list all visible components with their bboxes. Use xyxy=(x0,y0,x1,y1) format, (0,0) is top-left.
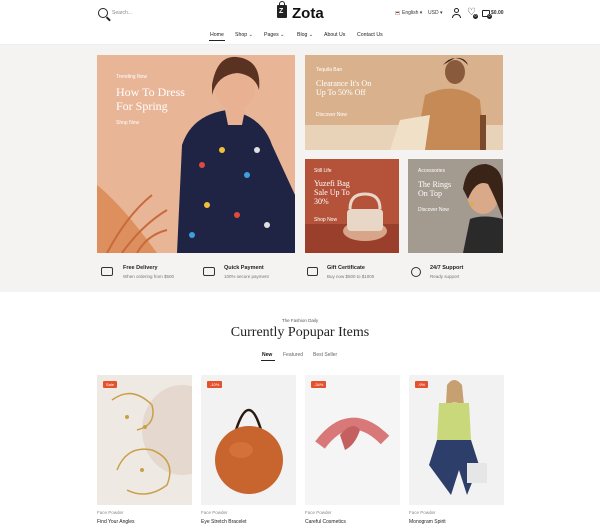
hero-bag-sale-banner[interactable]: Still Life Yuzefi Bag Sale Up To 30% Sho… xyxy=(305,159,399,253)
section-subtitle: The Fashion Daily xyxy=(281,318,319,323)
hero-section: Trending Now How To Dress For Spring Sho… xyxy=(0,45,600,292)
bag-sale-title-line1: Yuzefi Bag xyxy=(314,179,350,188)
clearance-discover-now-link[interactable]: Discover Now xyxy=(316,112,347,118)
product-badge: Sale xyxy=(103,381,118,388)
bag-sale-tag: Still Life xyxy=(314,168,332,174)
section-title: Currently Popupar Items xyxy=(230,325,370,340)
cart-icon[interactable]: 0 xyxy=(481,8,492,19)
chevron-down-icon: ⌄ xyxy=(308,32,314,38)
feature-title: Free Delivery xyxy=(123,265,158,271)
active-nav-underline xyxy=(209,40,225,41)
product-category: Face Powder xyxy=(305,510,332,515)
currency-label: USD xyxy=(428,10,439,16)
product-category: Face Powder xyxy=(97,510,124,515)
bag-sale-title: Yuzefi Bag Sale Up To 30% xyxy=(314,179,350,207)
hero-main-shop-now-link[interactable]: Shop Now xyxy=(116,120,139,126)
site-header: Search... Z Zota English ▾ USD ▾ ♡ 0 0 $… xyxy=(0,0,600,44)
nav-pages[interactable]: Pages ⌄ xyxy=(264,32,285,38)
nav-contact-us[interactable]: Contact Us xyxy=(357,32,383,38)
cart-total[interactable]: $0.00 xyxy=(491,10,504,16)
product-card[interactable]: -34% xyxy=(305,375,400,505)
product-badge: -34% xyxy=(311,381,327,388)
product-image-anklets xyxy=(111,385,192,495)
product-badge: -9% xyxy=(415,381,429,388)
search-input[interactable]: Search... xyxy=(112,10,132,16)
clearance-title-line2: Up To 50% Off xyxy=(316,88,366,98)
chevron-down-icon: ⌄ xyxy=(280,32,285,38)
shopping-bag-logo-icon[interactable]: Z xyxy=(277,1,287,18)
rings-title-line2: On Top xyxy=(418,189,442,199)
product-name[interactable]: Find Your Angles xyxy=(97,519,135,525)
nav-shop[interactable]: Shop ⌄ xyxy=(235,32,253,38)
product-image-model xyxy=(429,380,487,495)
rings-title: The Rings On Top xyxy=(418,180,451,198)
support-icon xyxy=(411,267,421,277)
rings-discover-now-link[interactable]: Discover Now xyxy=(418,207,449,213)
bag-sale-shop-now-link[interactable]: Shop Now xyxy=(314,217,337,223)
rings-title-line1: The Rings xyxy=(418,180,452,189)
feature-subtitle: 100% secure payment xyxy=(224,274,269,279)
language-selector[interactable]: English ▾ xyxy=(402,10,422,16)
nav-contact-label: Contact Us xyxy=(357,32,383,38)
nav-home[interactable]: Home xyxy=(210,32,224,38)
hero-main-tag: Trending Now xyxy=(116,74,147,80)
hero-main-banner[interactable]: Trending Now How To Dress For Spring Sho… xyxy=(97,55,295,253)
bag-sale-title-line3: 30% xyxy=(314,197,329,207)
active-tab-underline xyxy=(261,360,275,361)
product-category: Face Powder xyxy=(201,510,228,515)
product-name[interactable]: Monogram Spirit xyxy=(409,519,446,525)
feature-title: Quick Payment xyxy=(224,265,264,271)
language-label: English xyxy=(402,10,419,16)
feature-subtitle: Ready support xyxy=(430,274,460,279)
feature-title: Gift Certificate xyxy=(327,265,365,271)
feature-subtitle: Buy now $500 to $1000 xyxy=(327,274,375,279)
truck-icon xyxy=(101,267,113,276)
wishlist-count-badge: 0 xyxy=(473,14,478,19)
hero-main-title-line1: How To Dress xyxy=(116,85,185,99)
user-icon[interactable] xyxy=(452,8,461,18)
hero-main-title-line2: For Spring xyxy=(116,98,168,113)
credit-card-icon xyxy=(203,267,215,276)
product-card[interactable]: Sale xyxy=(97,375,192,505)
chevron-down-icon: ⌄ xyxy=(248,32,253,38)
nav-blog[interactable]: Blog ⌄ xyxy=(297,32,313,38)
gift-icon xyxy=(307,267,318,276)
product-name[interactable]: Careful Cosmetics xyxy=(305,519,346,525)
hero-rings-banner[interactable]: Accessories The Rings On Top Discover No… xyxy=(408,159,503,253)
clearance-tag: Tequila Ban xyxy=(316,67,343,73)
nav-pages-label: Pages xyxy=(264,32,279,38)
product-card[interactable]: -9% xyxy=(409,375,504,505)
currency-selector[interactable]: USD ▾ xyxy=(428,10,442,16)
product-image-headband xyxy=(315,417,390,450)
flag-icon xyxy=(395,11,400,15)
site-logo[interactable]: Zota xyxy=(292,5,324,22)
tab-best-seller[interactable]: Best Seller xyxy=(313,352,337,358)
nav-about-label: About Us xyxy=(324,32,346,38)
clearance-title: Clearance It's On Up To 50% Off xyxy=(316,79,371,97)
nav-home-label: Home xyxy=(210,32,224,38)
bag-sale-title-line2: Sale Up To xyxy=(314,188,350,198)
rings-tag: Accessories xyxy=(418,168,445,174)
nav-shop-label: Shop xyxy=(235,32,248,38)
clearance-title-line1: Clearance It's On xyxy=(316,79,372,88)
product-category: Face Powder xyxy=(409,510,436,515)
product-card[interactable]: -10% xyxy=(201,375,296,505)
product-name[interactable]: Eye Stretch Bracelet xyxy=(201,519,247,525)
nav-blog-label: Blog xyxy=(297,32,308,38)
search-icon[interactable] xyxy=(98,8,108,18)
feature-subtitle: When ordering from $500 xyxy=(123,274,175,279)
tab-featured[interactable]: Featured xyxy=(283,352,303,358)
nav-about-us[interactable]: About Us xyxy=(324,32,345,38)
product-image-bag xyxy=(215,408,283,494)
hero-main-title: How To Dress For Spring xyxy=(116,85,185,114)
hero-clearance-banner[interactable]: Tequila Ban Clearance It's On Up To 50% … xyxy=(305,55,503,150)
wishlist-heart-icon[interactable]: ♡ 0 xyxy=(467,8,478,19)
product-badge: -10% xyxy=(207,381,223,388)
feature-title: 24/7 Support xyxy=(430,265,464,271)
tab-new[interactable]: New xyxy=(262,352,272,358)
logo-letter: Z xyxy=(279,8,284,15)
